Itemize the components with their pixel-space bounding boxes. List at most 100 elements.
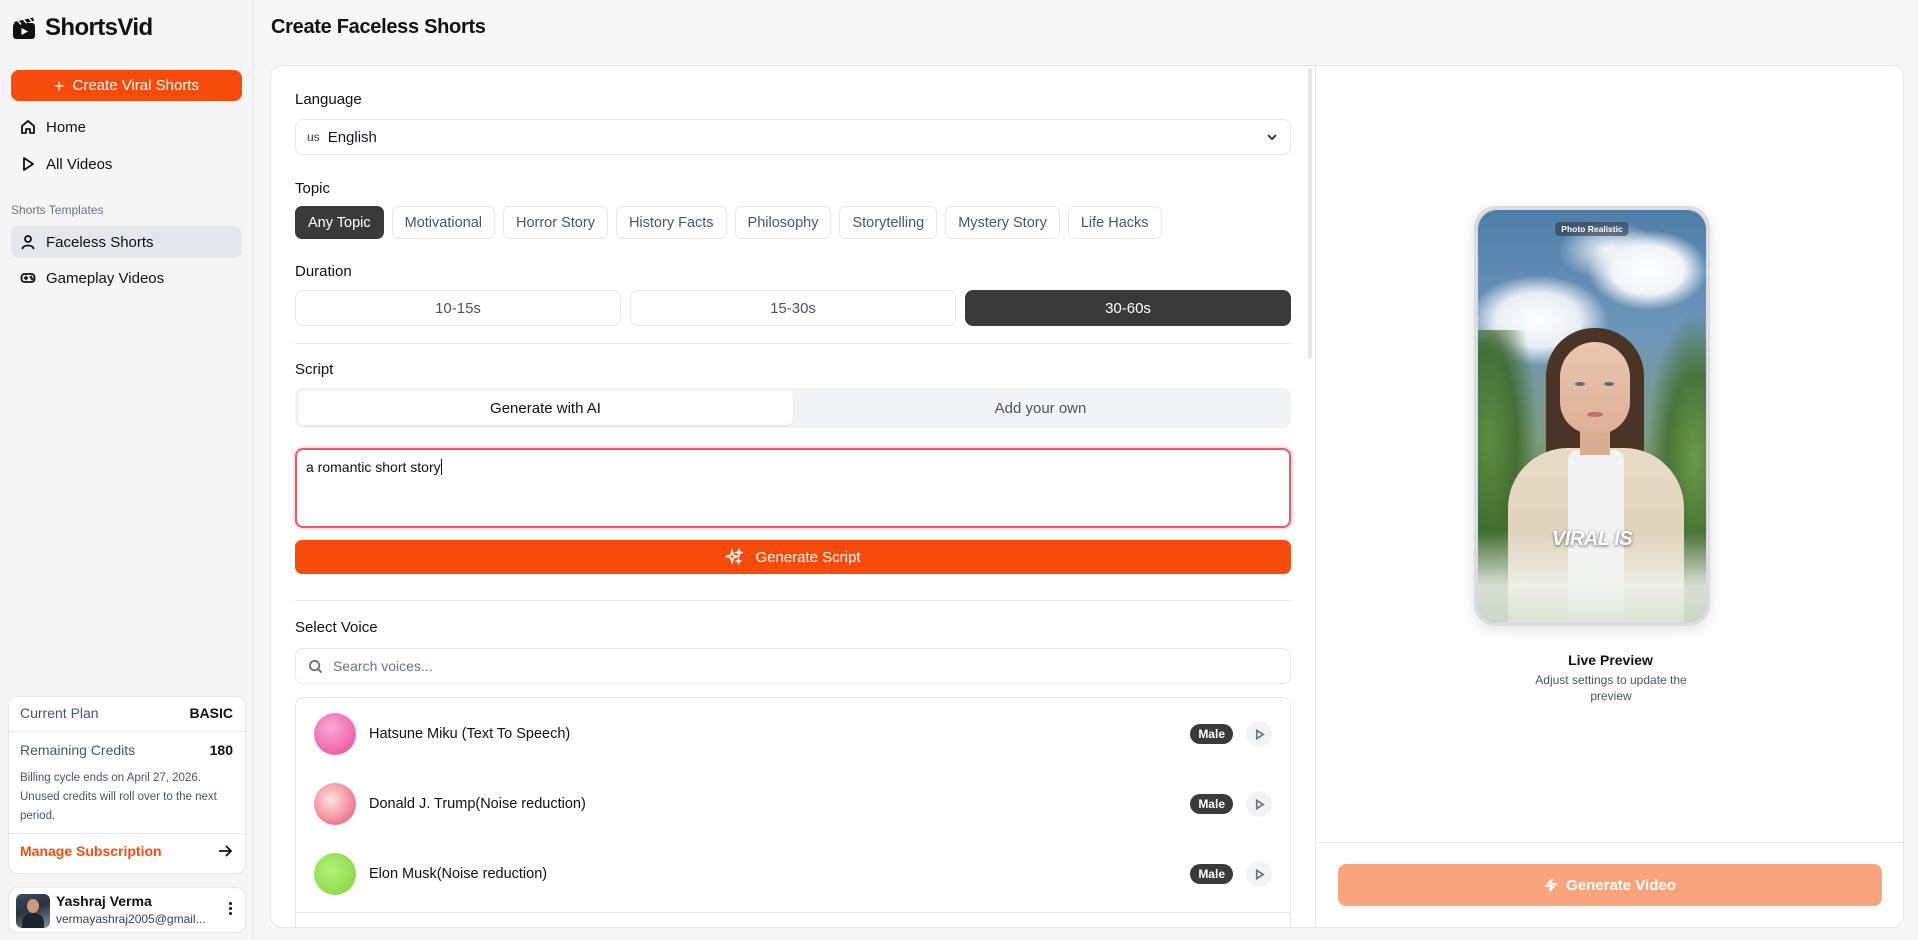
generate-video-button[interactable]: Generate Video [1338, 864, 1882, 906]
tab-generate-with-ai[interactable]: Generate with AI [298, 391, 793, 425]
divider [295, 912, 1291, 913]
remaining-credits-row: Remaining Credits 180 [20, 742, 233, 758]
divider [9, 731, 245, 732]
gender-badge: Male [1190, 794, 1233, 814]
remaining-credits-label: Remaining Credits [20, 742, 136, 758]
sidebar-item-home[interactable]: Home [11, 111, 242, 143]
manage-subscription-link[interactable]: Manage Subscription [20, 843, 233, 859]
topic-chip-history-facts[interactable]: History Facts [615, 206, 727, 239]
topic-label: Topic [295, 180, 331, 197]
topic-chip-philosophy[interactable]: Philosophy [734, 206, 832, 239]
topic-chip-mystery-story[interactable]: Mystery Story [945, 206, 1060, 239]
user-email: vermayashraj2005@gmail... [56, 912, 206, 926]
divider [9, 833, 245, 834]
style-badge: Photo Realistic [1555, 222, 1629, 236]
play-preview-button[interactable] [1246, 791, 1272, 817]
voice-name: Hatsune Miku (Text To Speech) [369, 726, 571, 742]
voice-search-input[interactable] [333, 658, 1233, 674]
sidebar-item-faceless-shorts[interactable]: Faceless Shorts [11, 226, 242, 258]
gender-badge: Male [1190, 724, 1233, 744]
sidebar-item-all-videos[interactable]: All Videos [11, 148, 242, 180]
voice-search-field[interactable] [295, 648, 1291, 684]
shorts-templates-heading: Shorts Templates [11, 203, 104, 217]
current-plan-value: BASIC [189, 705, 233, 721]
arrow-right-icon [219, 845, 233, 857]
list-item[interactable]: Elon Musk(Noise reduction) Male [296, 839, 1290, 909]
language-select[interactable]: us English [295, 119, 1291, 155]
billing-note: Billing cycle ends on April 27, 2026. Un… [20, 772, 217, 822]
script-prompt-value: a romantic short story [306, 459, 441, 475]
list-item[interactable]: Hatsune Miku (Text To Speech) Male [296, 699, 1290, 769]
search-icon [308, 659, 323, 673]
plus-icon: + [54, 75, 65, 96]
current-plan-label: Current Plan [20, 705, 99, 721]
plan-card: Current Plan BASIC Remaining Credits 180… [8, 696, 246, 874]
sidebar-item-label: Faceless Shorts [46, 233, 154, 251]
language-label: Language [295, 91, 362, 108]
user-icon [21, 235, 35, 250]
duration-options: 10-15s 15-30s 30-60s [295, 290, 1291, 326]
generate-script-button[interactable]: Generate Script [295, 540, 1291, 574]
phone-preview: Photo Realistic VIRAL IS [1474, 206, 1710, 626]
more-options-icon[interactable] [229, 902, 233, 915]
caption-overlay: VIRAL IS [1551, 528, 1633, 550]
user-name: Yashraj Verma [56, 893, 152, 909]
play-icon [23, 157, 34, 171]
manage-subscription-label: Manage Subscription [20, 843, 162, 859]
generate-script-label: Generate Script [755, 548, 861, 566]
topic-chip-life-hacks[interactable]: Life Hacks [1067, 206, 1162, 239]
chevron-down-icon [1267, 134, 1277, 141]
brand-name: ShortsVid [45, 14, 153, 41]
duration-15-30s[interactable]: 15-30s [630, 290, 956, 326]
text-caret [440, 459, 442, 475]
gender-badge: Male [1190, 864, 1233, 884]
user-card[interactable]: Yashraj Verma vermayashraj2005@gmail... [8, 887, 246, 933]
sidebar-item-label: Home [46, 118, 87, 136]
voice-name: Donald J. Trump(Noise reduction) [369, 796, 586, 812]
sidebar-item-gameplay-videos[interactable]: Gameplay Videos [11, 262, 242, 294]
topic-chip-storytelling[interactable]: Storytelling [839, 206, 938, 239]
list-item[interactable]: Donald J. Trump(Noise reduction) Male [296, 769, 1290, 839]
preview-panel: Photo Realistic VIRAL IS Live Preview Ad… [1316, 66, 1903, 927]
topic-chip-motivational[interactable]: Motivational [391, 206, 495, 239]
duration-10-15s[interactable]: 10-15s [295, 290, 621, 326]
flag-icon: us [307, 130, 320, 144]
voice-avatar [314, 713, 356, 755]
divider [1316, 842, 1903, 843]
play-preview-button[interactable] [1246, 861, 1272, 887]
voice-avatar [314, 783, 356, 825]
preview-image: Photo Realistic VIRAL IS [1478, 210, 1706, 622]
language-value: English [327, 128, 377, 146]
sidebar-item-label: Gameplay Videos [46, 269, 165, 287]
voice-list: Hatsune Miku (Text To Speech) Male Donal… [295, 697, 1291, 927]
page-title: Create Faceless Shorts [271, 16, 486, 38]
avatar [16, 894, 50, 928]
settings-form: Language us English Topic Any Topic Moti… [271, 66, 1316, 927]
duration-30-60s[interactable]: 30-60s [965, 290, 1291, 326]
brand[interactable]: ShortsVid [11, 14, 153, 42]
remaining-credits-value: 180 [209, 742, 233, 758]
live-preview-title: Live Preview [1568, 652, 1653, 668]
generate-video-label: Generate Video [1566, 876, 1676, 894]
script-mode-toggle: Generate with AI Add your own [295, 388, 1291, 428]
script-prompt-input[interactable]: a romantic short story [295, 448, 1291, 528]
current-plan-row: Current Plan BASIC [20, 705, 233, 721]
home-icon [21, 120, 35, 134]
live-preview-subtitle: Adjust settings to update the preview [1535, 673, 1687, 703]
lightning-icon [1544, 878, 1558, 892]
script-label: Script [295, 361, 334, 378]
create-viral-shorts-button[interactable]: + Create Viral Shorts [11, 70, 242, 101]
tab-add-your-own[interactable]: Add your own [793, 391, 1288, 425]
gamepad-icon [20, 273, 36, 283]
voice-name: Elon Musk(Noise reduction) [369, 866, 548, 882]
create-shorts-card: Language us English Topic Any Topic Moti… [270, 65, 1904, 928]
topic-chip-any-topic[interactable]: Any Topic [295, 206, 384, 239]
play-preview-button[interactable] [1246, 721, 1272, 747]
voice-avatar [314, 853, 356, 895]
topic-chips: Any Topic Motivational Horror Story Hist… [295, 206, 1162, 239]
scrollbar[interactable] [1308, 68, 1312, 359]
play-icon [1255, 798, 1265, 810]
sidebar-item-label: All Videos [46, 155, 113, 173]
topic-chip-horror-story[interactable]: Horror Story [502, 206, 608, 239]
divider [295, 343, 1291, 344]
